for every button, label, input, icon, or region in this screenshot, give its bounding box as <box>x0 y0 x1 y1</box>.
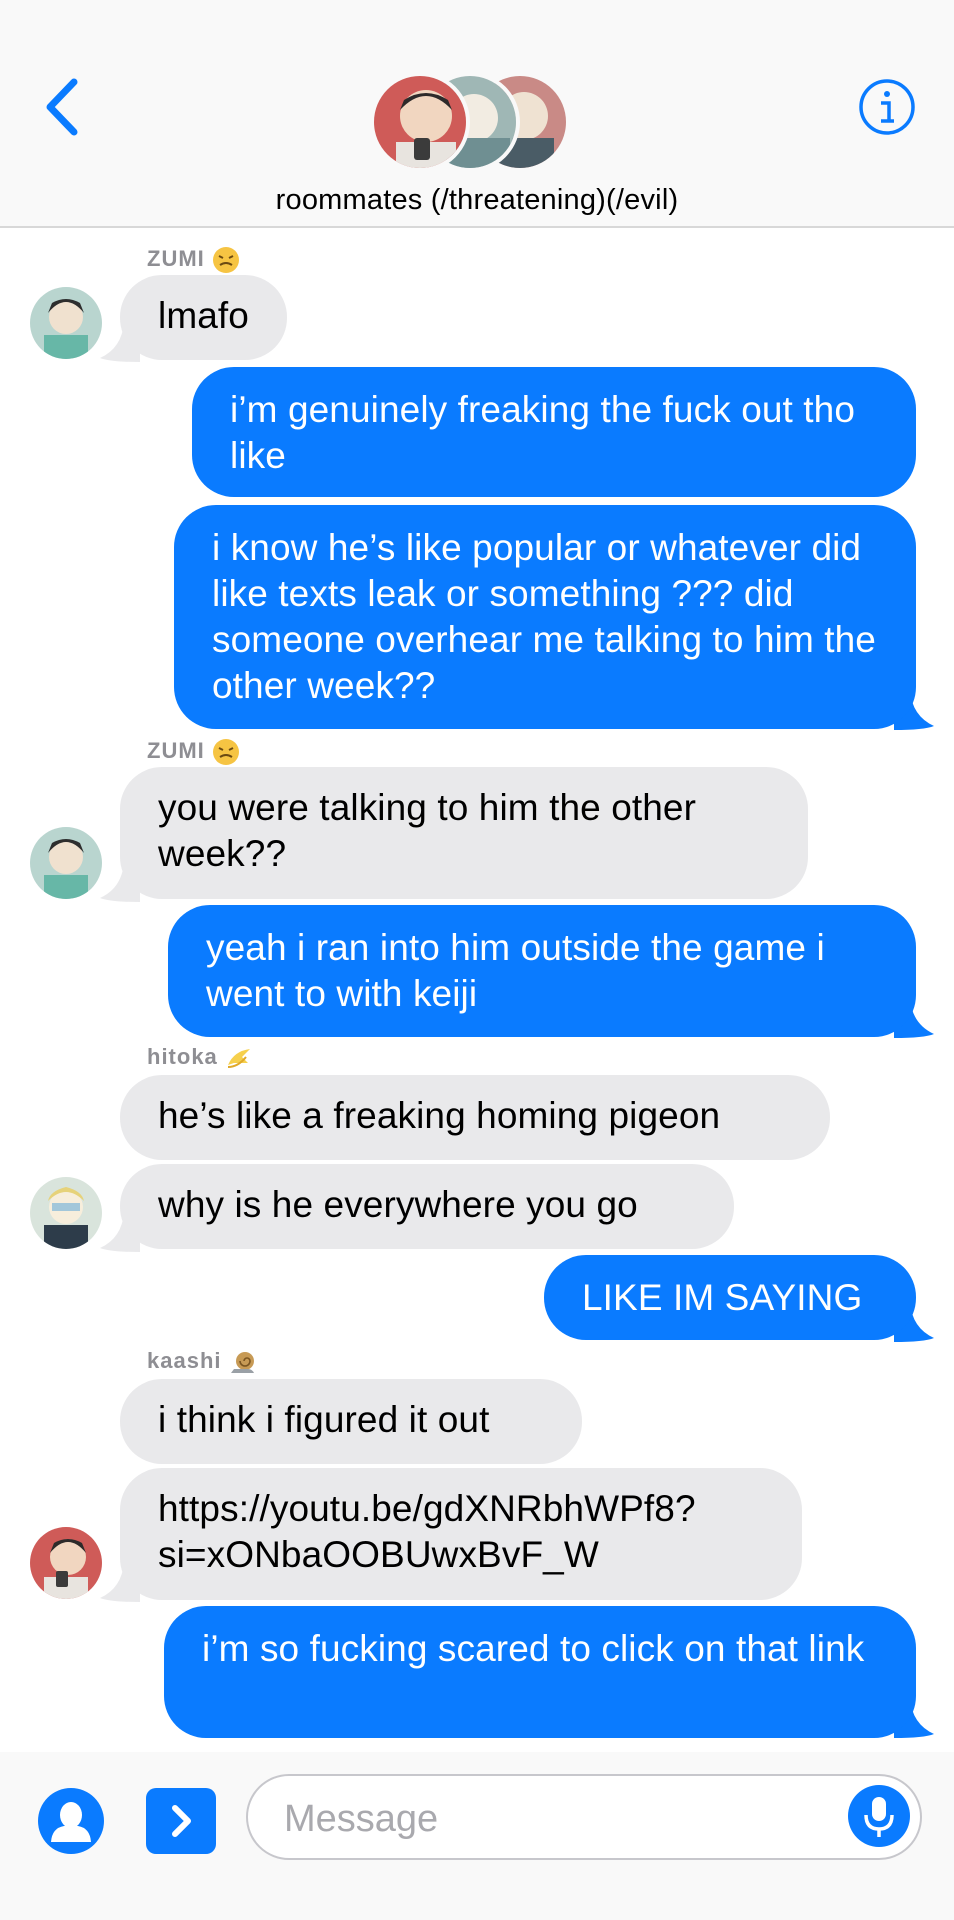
message-bubble[interactable]: lmafo <box>120 275 287 360</box>
message-bubble[interactable]: i know he’s like popular or whatever did… <box>174 505 916 729</box>
microphone-icon <box>864 1797 894 1837</box>
back-button[interactable] <box>40 72 90 142</box>
sender-name: kaashi <box>147 1347 258 1377</box>
dizzy-icon <box>224 1043 254 1073</box>
message-field[interactable] <box>246 1774 922 1860</box>
message-bubble[interactable]: i’m genuinely freaking the fuck out tho … <box>192 367 916 497</box>
avatar[interactable] <box>30 287 102 359</box>
steam-face-icon <box>211 245 241 275</box>
message-bubble[interactable]: he’s like a freaking homing pigeon <box>120 1075 830 1160</box>
avatar[interactable] <box>30 1177 102 1249</box>
dictation-button[interactable] <box>848 1785 910 1847</box>
sender-name: hitoka <box>147 1043 254 1073</box>
group-avatar-stack[interactable] <box>370 72 570 172</box>
avatar[interactable] <box>30 827 102 899</box>
message-input[interactable] <box>282 1792 826 1846</box>
group-member-avatar <box>370 72 470 172</box>
steam-face-icon <box>211 737 241 767</box>
chevron-right-icon <box>172 1805 191 1837</box>
conversation-title[interactable]: roommates (/threatening)(/evil) <box>0 184 954 217</box>
message-bubble[interactable]: you were talking to him the other week?? <box>120 767 808 899</box>
message-bubble[interactable]: why is he everywhere you go <box>120 1164 734 1249</box>
sender-name: ZUMI <box>147 737 241 767</box>
sender-name: ZUMI <box>147 245 241 275</box>
info-icon <box>859 79 915 135</box>
snail-icon <box>228 1347 258 1377</box>
apps-button[interactable] <box>146 1788 216 1854</box>
message-bubble[interactable]: i’m so fucking scared to click on that l… <box>164 1606 916 1738</box>
message-link[interactable]: https://youtu.be/gdXNRbhWPf8?si=xONbaOOB… <box>120 1468 802 1600</box>
conversation-header: roommates (/threatening)(/evil) <box>0 0 954 228</box>
message-bubble[interactable]: LIKE IM SAYING <box>544 1255 916 1340</box>
message-bubble[interactable]: yeah i ran into him outside the game i w… <box>168 905 916 1037</box>
person-icon <box>51 1802 91 1842</box>
chevron-left-icon <box>46 78 78 136</box>
contact-button[interactable] <box>38 1788 104 1854</box>
info-button[interactable] <box>858 78 916 136</box>
avatar[interactable] <box>30 1527 102 1599</box>
message-bubble[interactable]: i think i figured it out <box>120 1379 582 1464</box>
